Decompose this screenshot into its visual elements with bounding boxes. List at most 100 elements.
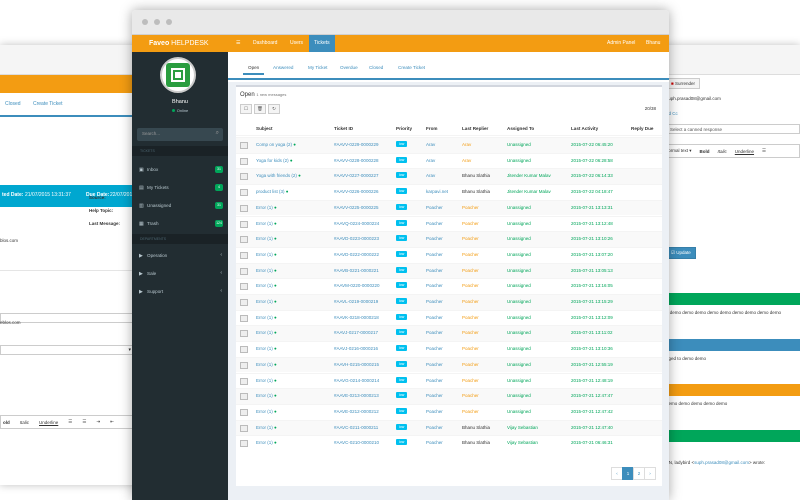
subject-text[interactable]: Error (1) — [256, 205, 273, 210]
tab-closed[interactable]: Closed — [5, 101, 21, 107]
ticket-subject[interactable]: Error (1) ● — [256, 346, 277, 351]
ticket-subject[interactable]: Error (1) ● — [256, 440, 277, 445]
subject-text[interactable]: Error (1) — [256, 252, 273, 257]
subject-text[interactable]: Error (1) — [256, 299, 273, 304]
list-icon[interactable]: ☰ — [68, 419, 72, 425]
ticket-subject[interactable]: Error (1) ● — [256, 236, 277, 241]
refresh-icon[interactable]: ↻ — [268, 104, 280, 114]
subject-text[interactable]: Error (1) — [256, 283, 273, 288]
outdent-icon[interactable]: ⇤ — [110, 419, 114, 425]
nav-users[interactable]: Users — [285, 35, 308, 52]
page-next[interactable]: › — [644, 467, 656, 480]
table-row[interactable]: Comp on yoga (2) ● #AAVV-0229-0000229 low A… — [236, 137, 662, 153]
select-field[interactable]: ▾ — [0, 345, 134, 355]
ticket-from[interactable]: Poacher — [426, 409, 443, 414]
ticket-id[interactable]: #AAVH-0215-0000215 — [334, 362, 379, 367]
menu-toggle-icon[interactable]: ☰ — [231, 35, 245, 52]
table-row[interactable]: Error (1) ● #AAVJ-0217-0000217 low Poacher P… — [236, 325, 662, 342]
subject-text[interactable]: Error (1) — [256, 409, 273, 414]
subject-text[interactable]: Error (1) — [256, 393, 273, 398]
ticket-subject[interactable]: Error (1) ● — [256, 221, 277, 226]
subject-text[interactable]: product list (3) — [256, 189, 285, 194]
ticket-id[interactable]: #AAVC-0211-0000211 — [334, 425, 378, 430]
table-row[interactable]: Error (1) ● #AAVD-0222-0000222 low Poacher P… — [236, 246, 662, 263]
ticket-subject[interactable]: Error (1) ● — [256, 409, 277, 414]
row-checkbox[interactable] — [240, 314, 248, 322]
ticket-id[interactable]: #AAVV-0229-0000229 — [334, 142, 378, 147]
table-row[interactable]: Error (1) ● #AAVH-0215-0000215 low Poacher P… — [236, 356, 662, 373]
row-checkbox[interactable] — [240, 283, 248, 291]
row-checkbox[interactable] — [240, 440, 248, 448]
tab-overdue[interactable]: Overdue — [335, 61, 363, 75]
ticket-from[interactable]: Poacher — [426, 440, 443, 445]
table-row[interactable]: Error (1) ● #AAVC-0211-0000211 low Poacher B… — [236, 419, 662, 436]
italic-button[interactable]: Italic — [20, 420, 29, 425]
italic-button[interactable]: Italic — [718, 149, 727, 154]
col-last-activity[interactable]: Last Activity — [571, 126, 598, 131]
ticket-id[interactable]: #AAVD-0222-0000222 — [334, 252, 379, 257]
update-button[interactable]: ☑ Update — [666, 247, 696, 259]
ticket-id[interactable]: #AAVE-0212-0000212 — [334, 409, 379, 414]
subject-text[interactable]: Error (1) — [256, 236, 273, 241]
tab-closed[interactable]: Closed — [364, 61, 388, 75]
list-icon[interactable]: ☰ — [762, 148, 766, 154]
ticket-from[interactable]: Poacher — [426, 268, 443, 273]
sidebar-item-trash[interactable]: ▦ Trash 124 — [132, 215, 228, 232]
sidebar-item-inbox[interactable]: ▣ Inbox 31 — [132, 161, 228, 178]
ticket-from[interactable]: Arav — [426, 158, 435, 163]
row-checkbox[interactable] — [240, 204, 248, 212]
nav-user-menu[interactable]: Bhanu — [641, 35, 665, 52]
ticket-id[interactable]: #AAVB-0221-0000221 — [334, 268, 379, 273]
subject-text[interactable]: Yoga with friends (2) — [256, 173, 297, 178]
ticket-subject[interactable]: Error (1) ● — [256, 330, 277, 335]
table-row[interactable]: Error (1) ● #AAVJ-0216-0000216 low Poacher P… — [236, 341, 662, 357]
sidebar-item-unassigned[interactable]: ▥ Unassigned 31 — [132, 197, 228, 214]
ticket-id[interactable]: #AAVJ-0216-0000216 — [334, 346, 378, 351]
col-subject[interactable]: Subject — [256, 126, 273, 131]
search-input[interactable]: Search... ⌕ — [137, 128, 223, 141]
row-checkbox[interactable] — [240, 424, 248, 432]
ticket-id[interactable]: #AAVV-0226-0000226 — [334, 189, 378, 194]
row-checkbox[interactable] — [240, 330, 248, 338]
row-checkbox[interactable] — [240, 408, 248, 416]
table-row[interactable]: Error (1) ● #AAVM-0220-0000220 low Poacher P… — [236, 278, 662, 294]
table-row[interactable]: Error (1) ● #AAVL-0219-0000219 low Poacher P… — [236, 294, 662, 310]
nav-tickets[interactable]: Tickets — [309, 35, 335, 52]
surrender-button[interactable]: ■ Surrender — [666, 78, 700, 89]
row-checkbox[interactable] — [240, 173, 248, 181]
ticket-subject[interactable]: Error (1) ● — [256, 252, 277, 257]
sidebar-item-support[interactable]: ▶ Support ‹ — [132, 283, 228, 300]
ticket-from[interactable]: Poacher — [426, 205, 443, 210]
table-row[interactable]: Yoga with friends (2) ● #AAVV-0227-000022… — [236, 168, 662, 185]
ticket-id[interactable]: #AAVJ-0217-0000217 — [334, 330, 378, 335]
ticket-from[interactable]: Poacher — [426, 378, 443, 383]
ticket-subject[interactable]: Error (1) ● — [256, 283, 277, 288]
indent-icon[interactable]: ⇥ — [96, 419, 100, 425]
ticket-from[interactable]: Poacher — [426, 221, 443, 226]
underline-button[interactable]: Underline — [39, 420, 58, 425]
ticket-subject[interactable]: Comp on yoga (2) ● — [256, 142, 296, 147]
ticket-id[interactable]: #AAVG-0214-0000214 — [334, 378, 379, 383]
ticket-id[interactable]: #AAVV-0228-0000228 — [334, 158, 378, 163]
ticket-subject[interactable]: Error (1) ● — [256, 315, 277, 320]
subject-text[interactable]: Error (1) — [256, 362, 273, 367]
ticket-subject[interactable]: Error (1) ● — [256, 393, 277, 398]
table-row[interactable]: Error (1) ● #AAVV-0225-0000225 low Poacher P… — [236, 199, 662, 216]
signature-email[interactable]: suph.prasad08@gmail.com — [694, 460, 749, 465]
subject-text[interactable]: Error (1) — [256, 378, 273, 383]
table-row[interactable]: Error (1) ● #AAVE-0212-0000212 low Poacher P… — [236, 403, 662, 420]
row-checkbox[interactable] — [240, 251, 248, 259]
row-checkbox[interactable] — [240, 299, 248, 306]
row-checkbox[interactable] — [240, 377, 248, 385]
subject-text[interactable]: Comp on yoga (2) — [256, 142, 292, 147]
underline-button[interactable]: Underline — [735, 149, 754, 154]
ticket-from[interactable]: Poacher — [426, 425, 443, 430]
ticket-id[interactable]: #AAVV-0225-0000225 — [334, 205, 378, 210]
tab-open[interactable]: Open — [243, 61, 265, 75]
table-row[interactable]: Error (1) ● #AAVG-0214-0000214 low Poacher P… — [236, 372, 662, 389]
table-row[interactable]: Yoga for kids (2) ● #AAVV-0228-0000228 low… — [236, 152, 662, 169]
subject-text[interactable]: Error (1) — [256, 221, 273, 226]
tab-create-ticket[interactable]: Create Ticket — [33, 101, 62, 107]
ticket-subject[interactable]: Error (1) ● — [256, 378, 277, 383]
row-checkbox[interactable] — [240, 267, 248, 275]
